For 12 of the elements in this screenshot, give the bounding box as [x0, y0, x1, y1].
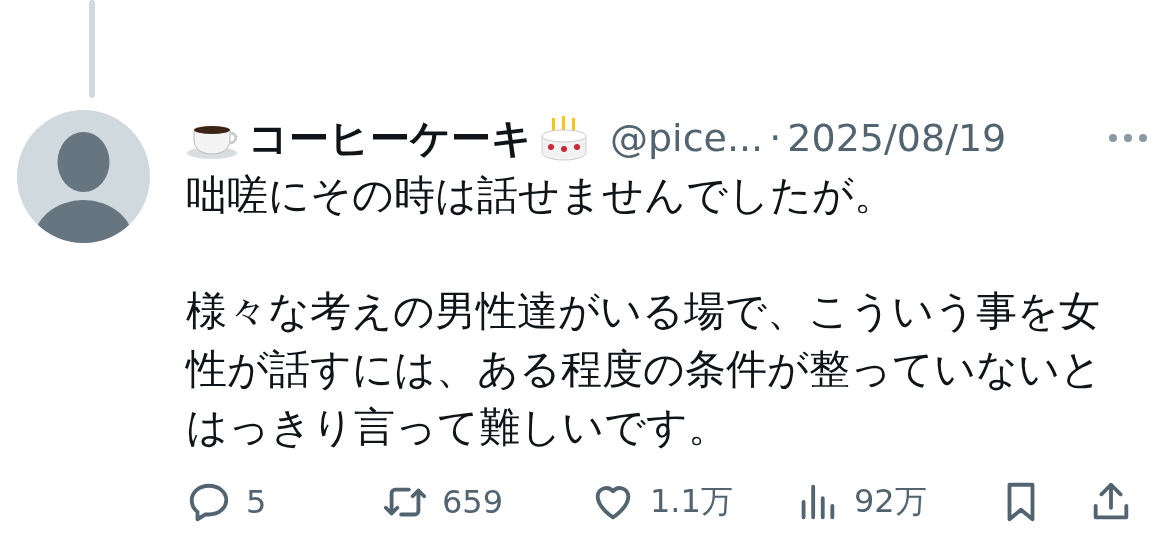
post-text: 様々な考えの男性達がいる場で、こういう事を女性が話すには、ある程度の条件が整っていないとはっきり言って難しいです。 — [186, 286, 1103, 453]
display-name[interactable]: コーヒーケーキ — [248, 110, 532, 166]
separator-dot: · — [769, 116, 782, 160]
action-count: 1.1万 — [650, 481, 733, 522]
cake-icon — [538, 114, 590, 162]
more-icon[interactable] — [1108, 133, 1148, 143]
post-date[interactable]: 2025/08/19 — [787, 116, 1007, 160]
action-count: 92万 — [854, 481, 927, 522]
action-count: 5 — [246, 483, 267, 521]
post-text: 咄嗟にその時は話せませんでしたが。 — [186, 170, 896, 221]
action-count: 659 — [442, 483, 504, 521]
user-handle[interactable]: @pice... — [610, 116, 764, 160]
